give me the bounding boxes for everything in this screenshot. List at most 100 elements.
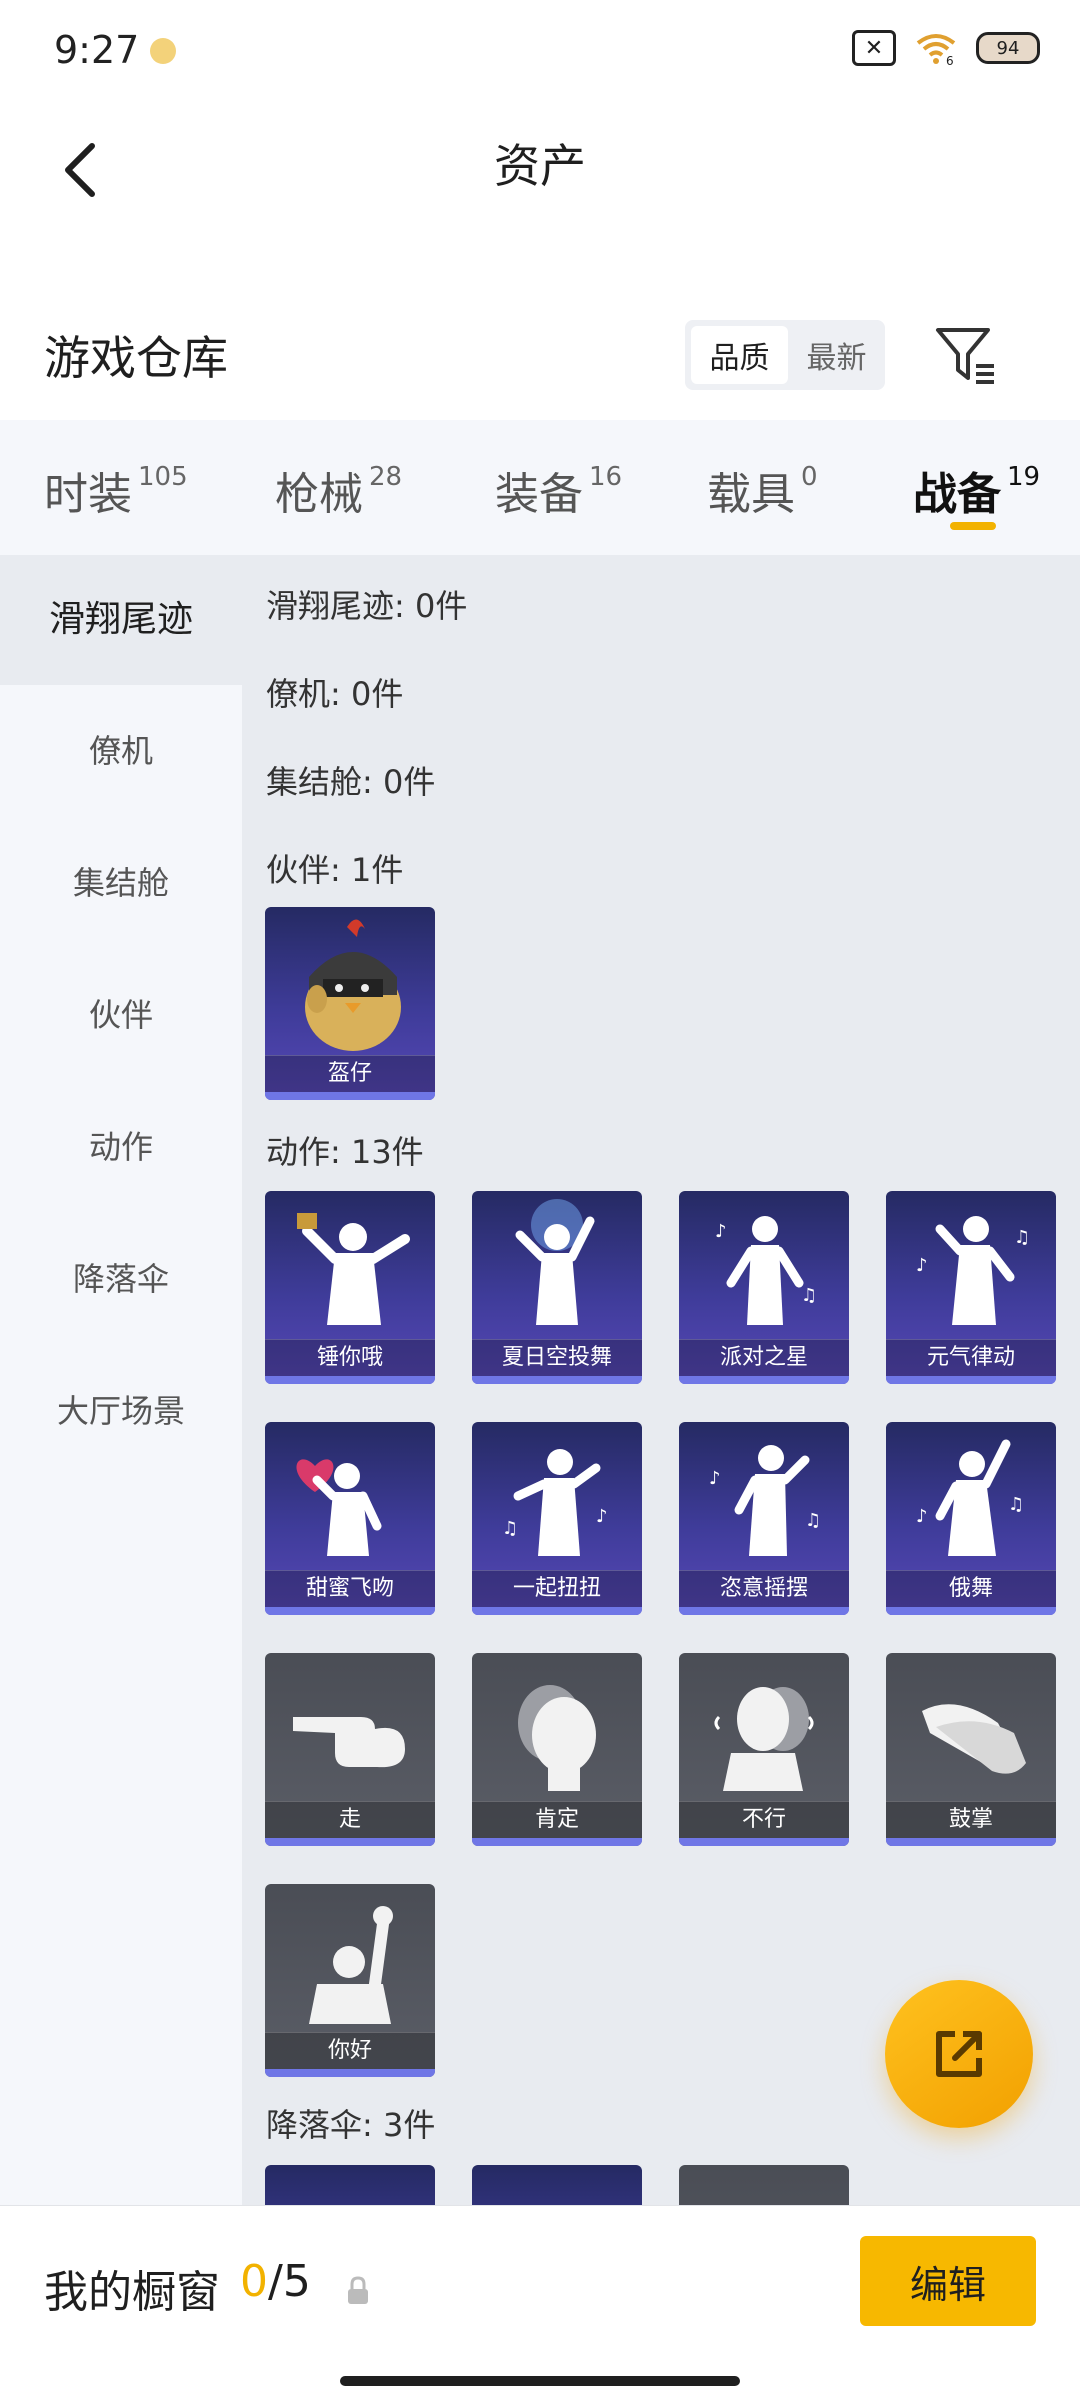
- asset-card[interactable]: ♪ ♫ 一起扭扭: [472, 1422, 642, 1615]
- shake-head-icon: [714, 1687, 814, 1791]
- rarity-bar: [886, 1838, 1056, 1846]
- asset-card[interactable]: 走: [265, 1653, 435, 1846]
- asset-card[interactable]: ♪ ♫ 俄舞: [886, 1422, 1056, 1615]
- sidebar-item-emote[interactable]: 动作: [0, 1081, 242, 1213]
- showcase-label: 我的橱窗: [44, 2267, 220, 2318]
- svg-text:♫: ♫: [502, 1518, 518, 1539]
- asset-name: 走: [265, 1801, 435, 1838]
- active-tab-indicator: [950, 522, 996, 530]
- sidebar-item-wingman[interactable]: 僚机: [0, 685, 242, 817]
- asset-card[interactable]: [265, 2165, 435, 2205]
- battery-icon: 94: [976, 32, 1040, 64]
- asset-card[interactable]: 肯定: [472, 1653, 642, 1846]
- asset-card[interactable]: 甜蜜飞吻: [265, 1422, 435, 1615]
- section-title-parachute: 降落伞: 3件: [266, 2106, 436, 2144]
- groove-dance-icon: ♪ ♫: [916, 1216, 1030, 1325]
- sort-quality[interactable]: 品质: [691, 326, 788, 384]
- hammer-dance-icon: [297, 1213, 410, 1325]
- section-title-capsule: 集结舱: 0件: [266, 763, 436, 801]
- sidebar-item-capsule[interactable]: 集结舱: [0, 817, 242, 949]
- asset-name: 元气律动: [886, 1339, 1056, 1376]
- sidebar-item-lobby-scene[interactable]: 大厅场景: [0, 1345, 242, 1477]
- asset-name: 派对之星: [679, 1339, 849, 1376]
- section-title-partner: 伙伴: 1件: [266, 851, 404, 889]
- sidebar-item-parachute[interactable]: 降落伞: [0, 1213, 242, 1345]
- rarity-bar: [472, 1838, 642, 1846]
- rarity-bar: [679, 1376, 849, 1384]
- bottom-bar: 我的橱窗 0/5 编辑: [0, 2205, 1080, 2401]
- asset-card[interactable]: 你好: [265, 1884, 435, 2077]
- tab-label: 载具: [707, 469, 795, 520]
- no-sim-icon: ✕: [852, 30, 896, 66]
- asset-name: 一起扭扭: [472, 1570, 642, 1607]
- tab-vehicles[interactable]: 载具 0: [707, 458, 818, 522]
- asset-card[interactable]: ♪ ♫ 恣意摇摆: [679, 1422, 849, 1615]
- tab-label: 枪械: [275, 469, 363, 520]
- tab-fashion[interactable]: 时装 105: [44, 458, 188, 522]
- sway-dance-icon: ♪ ♫: [709, 1445, 821, 1556]
- asset-card[interactable]: [679, 2165, 849, 2205]
- rarity-bar: [265, 1838, 435, 1846]
- asset-name: 恣意摇摆: [679, 1570, 849, 1607]
- asset-name: 不行: [679, 1801, 849, 1838]
- page-title: 资产: [494, 139, 586, 193]
- title-bar: 资产: [0, 110, 1080, 230]
- tab-count: 105: [138, 462, 188, 492]
- sparkle-dance-icon: [515, 1199, 595, 1325]
- asset-name: 肯定: [472, 1801, 642, 1838]
- svg-text:♫: ♫: [1014, 1227, 1030, 1248]
- asset-list: 滑翔尾迹: 0件 僚机: 0件 集结舱: 0件 伙伴: 1件 盔仔 动作: 13…: [242, 555, 1080, 2205]
- asset-card[interactable]: 鼓掌: [886, 1653, 1056, 1846]
- asset-card[interactable]: 夏日空投舞: [472, 1191, 642, 1384]
- tab-count: 28: [369, 462, 403, 492]
- asset-card[interactable]: ♪ ♫ 派对之星: [679, 1191, 849, 1384]
- asset-name: 甜蜜飞吻: [265, 1570, 435, 1607]
- sidebar-item-glide-trail[interactable]: 滑翔尾迹: [0, 555, 242, 685]
- tab-firearms[interactable]: 枪械 28: [275, 458, 402, 522]
- svg-text:♪: ♪: [916, 1255, 928, 1276]
- asset-card[interactable]: 盔仔: [265, 907, 435, 1100]
- share-button[interactable]: [885, 1980, 1033, 2128]
- sidebar-item-partner[interactable]: 伙伴: [0, 949, 242, 1081]
- sidebar: 滑翔尾迹 僚机 集结舱 伙伴 动作 降落伞 大厅场景: [0, 555, 242, 2205]
- edit-button[interactable]: 编辑: [860, 2236, 1036, 2326]
- svg-text:♫: ♫: [801, 1285, 817, 1306]
- status-icons: ✕ 6 94: [852, 30, 1040, 66]
- rarity-bar: [472, 1607, 642, 1615]
- rarity-bar: [679, 1838, 849, 1846]
- status-time: 9:27: [54, 28, 140, 72]
- rarity-bar: [472, 1376, 642, 1384]
- tab-combat-gear[interactable]: 战备 19: [913, 458, 1040, 522]
- section-title-emote: 动作: 13件: [266, 1133, 424, 1171]
- rarity-bar: [265, 1607, 435, 1615]
- heart-kiss-icon: [296, 1459, 382, 1556]
- rarity-bar: [265, 2069, 435, 2077]
- party-dance-icon: ♪ ♫: [715, 1216, 817, 1325]
- tab-label: 战备: [913, 469, 1001, 520]
- asset-name: 鼓掌: [886, 1801, 1056, 1838]
- rarity-bar: [886, 1376, 1056, 1384]
- showcase-count: 0/5: [240, 2256, 311, 2307]
- showcase-current: 0: [240, 2256, 268, 2307]
- asset-card[interactable]: 不行: [679, 1653, 849, 1846]
- tab-count: 16: [589, 462, 623, 492]
- tab-equipment[interactable]: 装备 16: [495, 458, 622, 522]
- rarity-bar: [886, 1607, 1056, 1615]
- warehouse-title: 游戏仓库: [44, 331, 228, 385]
- category-tabs: 时装 105 枪械 28 装备 16 载具 0 战备 19: [0, 420, 1080, 555]
- svg-text:♪: ♪: [596, 1506, 608, 1527]
- tab-label: 装备: [495, 469, 583, 520]
- asset-card[interactable]: 锤你哦: [265, 1191, 435, 1384]
- svg-text:♪: ♪: [709, 1468, 721, 1489]
- filter-button[interactable]: [930, 320, 1000, 390]
- asset-card[interactable]: [472, 2165, 642, 2205]
- filter-icon: [936, 328, 994, 384]
- showcase-total: /5: [268, 2256, 311, 2307]
- home-indicator: [340, 2376, 740, 2386]
- asset-card[interactable]: ♪ ♫ 元气律动: [886, 1191, 1056, 1384]
- clap-hands-icon: [922, 1704, 1026, 1774]
- asset-name: 夏日空投舞: [472, 1339, 642, 1376]
- tab-count: 19: [1007, 462, 1041, 492]
- sort-newest[interactable]: 最新: [788, 320, 885, 390]
- rarity-bar: [265, 1092, 435, 1100]
